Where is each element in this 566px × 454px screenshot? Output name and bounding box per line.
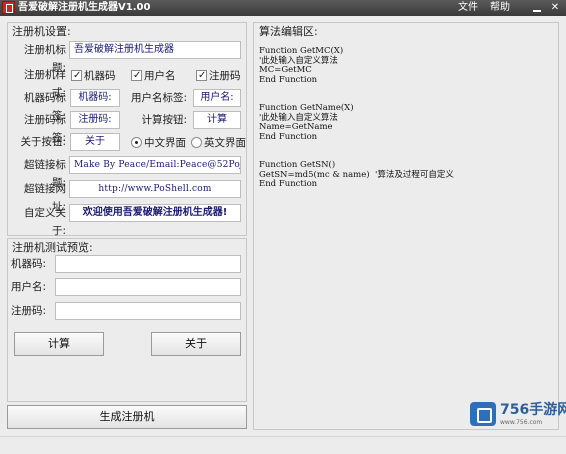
about-tag-label: 关于按钮: xyxy=(20,136,66,148)
site-watermark: 756手游网 www.756.com xyxy=(470,400,566,430)
style-checkbox-machine[interactable]: 机器码 xyxy=(71,68,116,83)
window-title: 吾爱破解注册机生成器V1.00 xyxy=(18,2,151,13)
watermark-url: www.756.com xyxy=(500,419,543,426)
title-bar: 吾爱破解注册机生成器V1.00 文件 帮助 xyxy=(0,0,566,16)
checkbox-label: 机器码 xyxy=(84,70,116,82)
username-tag-input[interactable]: 用户名: xyxy=(193,89,241,107)
radio-chinese-ui[interactable]: 中文界面 xyxy=(131,135,186,150)
regcode-tag-input[interactable]: 注册码: xyxy=(70,111,120,129)
editor-group: 算法编辑区: Function GetMC(X) '此处输入自定义算法 MC=G… xyxy=(253,22,559,430)
preview-username-label: 用户名: xyxy=(11,281,47,293)
radio-english-ui[interactable]: 英文界面 xyxy=(191,135,246,150)
style-checkbox-regcode[interactable]: 注册码 xyxy=(196,68,241,83)
menu-help[interactable]: 帮助 xyxy=(490,1,510,15)
link-title-input[interactable]: Make By Peace/Email:Peace@52PoJie.Cn xyxy=(69,156,241,174)
custom-about-input[interactable]: 欢迎使用吾爱破解注册机生成器! xyxy=(69,204,241,222)
preview-regcode-input[interactable] xyxy=(55,302,241,320)
preview-machine-label: 机器码: xyxy=(11,258,47,270)
menu-file[interactable]: 文件 xyxy=(458,1,478,15)
link-url-input[interactable]: http://www.PoShell.com xyxy=(69,180,241,198)
close-icon[interactable] xyxy=(548,1,562,14)
radio-label: 中文界面 xyxy=(144,137,186,149)
preview-username-input[interactable] xyxy=(55,278,241,296)
site-logo-icon xyxy=(470,402,496,426)
generate-button[interactable]: 生成注册机 xyxy=(7,405,247,429)
status-bar xyxy=(0,436,566,454)
calc-tag-label: 计算按钮: xyxy=(141,114,187,126)
checkbox-icon xyxy=(196,69,207,83)
custom-about-label: 自定义关于: xyxy=(24,207,66,237)
style-checkbox-username[interactable]: 用户名 xyxy=(131,68,176,83)
settings-group: 注册机设置: 注册机标题: 吾爱破解注册机生成器 注册机样式: 机器码 用户名 … xyxy=(7,22,247,237)
checkbox-icon xyxy=(131,69,142,83)
algorithm-editor[interactable]: Function GetMC(X) '此处输入自定义算法 MC=GetMC En… xyxy=(259,46,549,190)
radio-selected-icon xyxy=(131,137,142,148)
about-tag-input[interactable]: 关于 xyxy=(70,133,120,151)
editor-group-title: 算法编辑区: xyxy=(259,25,318,38)
preview-group: 注册机测试预览: 机器码: 用户名: 注册码: 计算 关于 xyxy=(7,238,247,402)
preview-group-title: 注册机测试预览: xyxy=(12,241,93,254)
radio-icon xyxy=(191,137,202,148)
minimize-icon[interactable] xyxy=(530,1,544,14)
preview-regcode-label: 注册码: xyxy=(11,305,47,317)
checkbox-label: 用户名 xyxy=(144,70,176,82)
app-icon xyxy=(2,1,15,14)
radio-label: 英文界面 xyxy=(204,137,246,149)
preview-about-button[interactable]: 关于 xyxy=(151,332,241,356)
calc-tag-input[interactable]: 计算 xyxy=(193,111,241,129)
settings-group-title: 注册机设置: xyxy=(12,25,71,38)
machine-tag-input[interactable]: 机器码: xyxy=(70,89,120,107)
preview-calc-button[interactable]: 计算 xyxy=(14,332,104,356)
watermark-text: 756手游网 xyxy=(500,402,566,418)
preview-machine-input[interactable] xyxy=(55,255,241,273)
checkbox-label: 注册码 xyxy=(209,70,241,82)
checkbox-icon xyxy=(71,69,82,83)
username-tag-label: 用户名标签: xyxy=(130,92,187,104)
title-input[interactable]: 吾爱破解注册机生成器 xyxy=(69,41,241,59)
